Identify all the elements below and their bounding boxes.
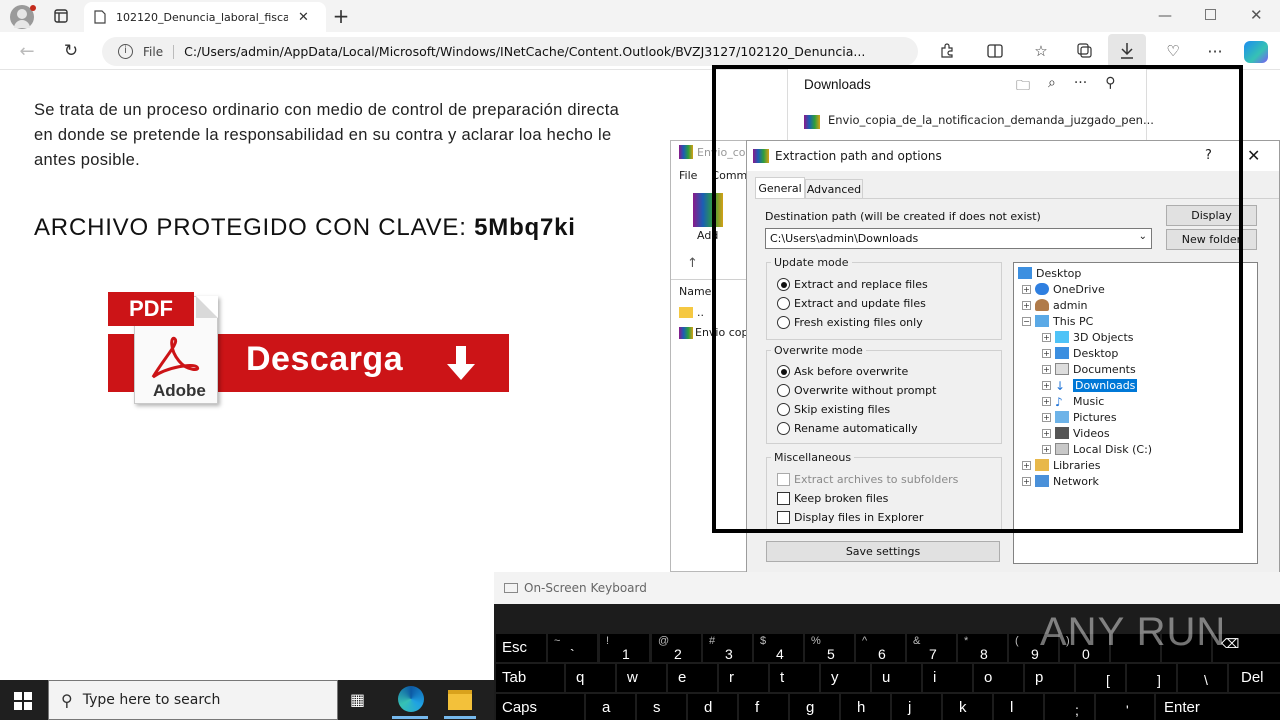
taskbar-search-placeholder: Type here to search [82, 692, 221, 708]
osk-key[interactable]: \ [1178, 664, 1227, 692]
document-body: Se trata de un proceso ordinario con med… [34, 98, 734, 173]
osk-key[interactable]: h [841, 694, 890, 720]
osk-key[interactable]: & 7 [907, 634, 956, 662]
file-explorer-icon[interactable] [448, 690, 472, 710]
downloads-button[interactable] [1108, 34, 1146, 68]
performance-heart-icon[interactable]: ♡ [1158, 36, 1188, 66]
osk-key[interactable]: ' [1096, 694, 1154, 720]
osk-key[interactable]: t [770, 664, 819, 692]
close-window-icon[interactable]: ✕ [1250, 6, 1263, 24]
winrar-icon [679, 145, 693, 159]
paragraph-line: antes posible. [34, 151, 141, 169]
browser-tab-bar: 102120_Denuncia_laboral_fiscal_j ✕ + — ✕ [0, 0, 1280, 32]
osk-key[interactable]: p [1025, 664, 1074, 692]
search-icon: ⚲ [61, 690, 73, 710]
osk-key[interactable]: ; [1045, 694, 1094, 720]
osk-key[interactable]: ! 1 [600, 634, 649, 662]
osk-key[interactable]: s [637, 694, 686, 720]
menu-file[interactable]: File [679, 169, 697, 182]
up-arrow-icon[interactable]: ↑ [687, 256, 698, 271]
osk-key[interactable]: i [923, 664, 972, 692]
osk-key[interactable]: #3 [703, 634, 752, 662]
url-bar[interactable]: i File C:/Users/admin/AppData/Local/Micr… [102, 37, 918, 66]
info-icon[interactable]: i [118, 44, 133, 59]
osk-key[interactable]: ^ 6 [856, 634, 905, 662]
osk-key-enter[interactable]: Enter [1156, 694, 1280, 720]
osk-key[interactable]: k [943, 694, 992, 720]
password-heading-label: ARCHIVO PROTEGIDO CON CLAVE: [34, 214, 475, 241]
tab-close-icon[interactable]: ✕ [298, 10, 309, 25]
minimize-icon[interactable]: — [1158, 8, 1172, 24]
pdf-download-banner[interactable]: Adobe PDF Descarga [108, 292, 510, 406]
osk-key[interactable]: f [739, 694, 788, 720]
osk-titlebar: On-Screen Keyboard [494, 572, 1280, 604]
osk-key-tab[interactable]: Tab [496, 664, 564, 692]
download-label: Descarga [246, 340, 404, 378]
osk-key[interactable]: l [994, 694, 1043, 720]
anyrun-watermark: ANY RUN [1040, 610, 1227, 654]
parent-folder-row[interactable]: .. [697, 306, 704, 319]
osk-key[interactable]: e [668, 664, 717, 692]
tab-title: 102120_Denuncia_laboral_fiscal_j [116, 10, 288, 24]
tab-active[interactable]: 102120_Denuncia_laboral_fiscal_j ✕ [84, 2, 326, 32]
adobe-acrobat-symbol [151, 336, 200, 379]
osk-key[interactable]: q [566, 664, 615, 692]
download-arrow-icon [1121, 43, 1133, 59]
osk-key[interactable]: g [790, 694, 839, 720]
osk-title: On-Screen Keyboard [524, 581, 647, 595]
archive-file-icon [679, 327, 693, 339]
osk-key[interactable]: % 5 [805, 634, 854, 662]
password-value: 5Mbq7ki [474, 214, 576, 241]
osk-key-esc[interactable]: Esc [496, 634, 546, 662]
osk-key[interactable]: [ [1076, 664, 1125, 692]
collections-icon[interactable] [1070, 36, 1100, 66]
paragraph-line: Se trata de un proceso ordinario con med… [34, 101, 620, 119]
task-view-icon[interactable]: ▦ [350, 690, 365, 709]
file-scheme-label: File [143, 44, 175, 59]
folder-icon [679, 307, 693, 318]
copilot-icon[interactable] [1244, 41, 1268, 63]
osk-key[interactable]: u [872, 664, 921, 692]
osk-key-delete[interactable]: Del [1229, 664, 1280, 692]
more-menu-icon[interactable]: ··· [1200, 36, 1230, 66]
tab-actions-icon[interactable] [46, 1, 76, 31]
osk-key[interactable]: $4 [754, 634, 803, 662]
split-screen-icon[interactable] [980, 36, 1010, 66]
osk-key[interactable]: r [719, 664, 768, 692]
new-tab-icon[interactable]: + [326, 1, 356, 31]
adobe-label: Adobe [153, 381, 206, 400]
osk-key-caps[interactable]: Caps [496, 694, 584, 720]
save-settings-button[interactable]: Save settings [766, 541, 1000, 562]
osk-key[interactable]: a [586, 694, 635, 720]
document-icon [94, 10, 106, 24]
osk-key[interactable]: ] [1127, 664, 1176, 692]
osk-key[interactable]: w [617, 664, 666, 692]
refresh-icon[interactable]: ↻ [56, 36, 86, 66]
password-heading: ARCHIVO PROTEGIDO CON CLAVE: 5Mbq7ki [34, 214, 576, 242]
osk-key[interactable]: d [688, 694, 737, 720]
osk-key[interactable]: @2 [652, 634, 701, 662]
highlight-rectangle [712, 65, 1243, 533]
osk-key[interactable]: y [821, 664, 870, 692]
taskbar-search-box[interactable]: ⚲ Type here to search [48, 680, 338, 720]
favorites-icon[interactable]: ☆ [1026, 36, 1056, 66]
osk-key[interactable]: * 8 [958, 634, 1007, 662]
pdf-tag: PDF [108, 292, 194, 326]
osk-key[interactable]: j [892, 694, 941, 720]
windows-start-icon[interactable] [14, 692, 32, 710]
osk-key[interactable]: o [974, 664, 1023, 692]
edge-taskbar-icon[interactable] [398, 686, 424, 712]
close-dialog-icon[interactable]: ✕ [1247, 146, 1260, 165]
download-arrow-icon [447, 346, 475, 380]
column-name[interactable]: Name [679, 285, 711, 298]
profile-avatar-icon[interactable] [10, 5, 36, 29]
paragraph-line: en donde se pretende la responsabilidad … [34, 126, 612, 144]
extensions-icon[interactable] [932, 36, 962, 66]
restore-icon[interactable] [1205, 9, 1216, 20]
osk-key[interactable]: ~ ` [548, 634, 597, 662]
url-text[interactable]: C:/Users/admin/AppData/Local/Microsoft/W… [184, 44, 872, 59]
keyboard-icon [504, 583, 518, 593]
back-icon[interactable]: ← [12, 36, 42, 66]
